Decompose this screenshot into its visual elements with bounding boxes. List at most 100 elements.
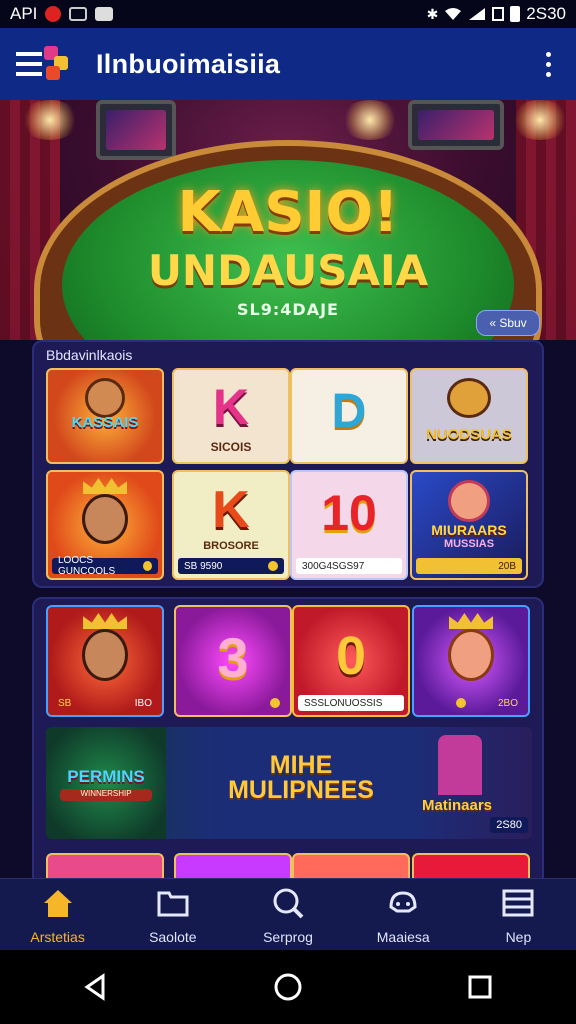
wide-tile-badge: 2S80 — [490, 817, 528, 833]
hero-banner[interactable]: KASIO! UNDAUSAIA SL9:4DAJE « Sbuv — [0, 100, 576, 340]
home-button-icon[interactable] — [268, 967, 308, 1007]
character-icon — [82, 494, 128, 544]
character-icon — [438, 735, 482, 795]
more-options-icon[interactable] — [536, 44, 560, 84]
nav-item-search[interactable]: Serprog — [230, 879, 345, 950]
message-icon — [95, 7, 114, 21]
game-bar-text: 300G4SGS97 — [302, 560, 365, 572]
game-info-bar: 20B — [416, 558, 522, 574]
game-info-bar: LOOCS GUNCOOLS — [52, 555, 158, 577]
app-title: Ilnbuoimaisiia — [96, 48, 281, 79]
game-title: D — [331, 385, 367, 438]
stage-light — [20, 100, 80, 140]
character-icon — [447, 378, 491, 418]
wide-tile-right-title: Matinaars — [421, 797, 492, 814]
game-info-bar — [180, 695, 286, 711]
game-title: MIURAARS — [431, 522, 507, 538]
game-subtitle: SICOIS — [210, 440, 252, 454]
game-bar-text: LOOCS GUNCOOLS — [58, 555, 116, 577]
show-more-button[interactable]: « Sbuv — [476, 310, 540, 336]
game-section-featured: Bbdavinlkaois KASSAIS K SICOIS D NUODSUA… — [32, 340, 544, 588]
wide-tile-title: MIHE MULIPNEES — [216, 753, 386, 803]
wide-tile-left-subtitle: WINNERSHIP — [60, 789, 152, 801]
character-icon — [448, 629, 494, 681]
featured-wide-tile[interactable]: PERMINS WINNERSHIP MIHE MULIPNEES Matina… — [46, 727, 532, 839]
game-title: 0 — [335, 626, 367, 686]
stage-light — [510, 100, 570, 140]
game-tile[interactable]: D — [290, 368, 408, 464]
game-tile[interactable]: MIURAARS MUSSIAS 20B — [410, 470, 528, 580]
coin-icon — [143, 561, 152, 571]
hero-title: KASIO! — [177, 180, 399, 245]
slot-machine-screen — [408, 100, 504, 150]
character-icon — [448, 480, 490, 522]
coin-icon — [268, 561, 278, 571]
character-icon — [82, 629, 128, 681]
crown-icon — [83, 478, 127, 494]
coin-icon — [455, 698, 466, 708]
game-info-bar: 300G4SGS97 — [296, 558, 402, 574]
controller-icon — [389, 890, 417, 912]
status-label: API — [10, 4, 38, 23]
nav-item-saolote[interactable]: Saolote — [115, 879, 230, 950]
game-info-bar: 2BO — [418, 695, 524, 711]
game-section-more: SB IBO 3 0 SSSLONUOSSIS 2BO PERMINS WINNE… — [32, 597, 544, 887]
nav-item-menu[interactable]: Nep — [461, 879, 576, 950]
game-title: K — [212, 481, 250, 539]
game-tile[interactable]: NUODSUAS — [410, 368, 528, 464]
game-title: 10 — [321, 485, 377, 541]
nav-item-home[interactable]: Arstetias — [0, 879, 115, 950]
battery-icon — [510, 6, 521, 22]
slot-machine-screen — [96, 100, 176, 160]
game-tile[interactable]: LOOCS GUNCOOLS — [46, 470, 164, 580]
status-bar: API ✱ 2S30 — [0, 0, 576, 28]
game-title: 3 — [217, 626, 249, 689]
coin-icon — [270, 698, 280, 708]
section-title: Bbdavinlkaois — [46, 347, 133, 363]
folder-icon — [157, 891, 189, 916]
image-icon — [69, 7, 88, 21]
game-bar-left: SB — [58, 697, 72, 709]
game-tile[interactable]: 10 300G4SGS97 — [290, 470, 408, 580]
hero-subtitle: UNDAUSAIA — [147, 246, 429, 295]
game-info-bar: SB 9590 — [178, 558, 284, 574]
bottom-navigation: Arstetias Saolote Serprog Maaiesa Nep — [0, 878, 576, 950]
character-icon — [85, 378, 125, 418]
game-title: NUODSUAS — [426, 426, 512, 443]
game-tile[interactable]: 3 — [174, 605, 292, 717]
game-bar-right: IBO — [134, 697, 152, 709]
back-icon[interactable] — [76, 967, 116, 1007]
game-tile[interactable]: KASSAIS — [46, 368, 164, 464]
game-tile[interactable]: 0 SSSLONUOSSIS — [292, 605, 410, 717]
wide-tile-left-title: PERMINS — [67, 767, 145, 786]
search-icon — [273, 888, 304, 918]
clock: 2S30 — [526, 4, 566, 23]
game-title: K — [212, 379, 250, 435]
game-tile[interactable]: SB IBO — [46, 605, 164, 717]
nav-item-maaiesa[interactable]: Maaiesa — [346, 879, 461, 950]
game-tile[interactable]: 2BO — [412, 605, 530, 717]
app-bar: Ilnbuoimaisiia — [0, 28, 576, 100]
game-tile[interactable]: K BROSORE SB 9590 — [172, 470, 290, 580]
game-info-bar: SSSLONUOSSIS — [298, 695, 404, 711]
bluetooth-icon: ✱ — [426, 5, 439, 22]
crown-icon — [449, 613, 493, 629]
nav-label: Arstetias — [30, 928, 85, 945]
nav-label: Nep — [505, 928, 532, 945]
wide-tile-title-line1: MIHE — [269, 751, 333, 779]
sim-icon — [492, 7, 505, 21]
game-bar-text: 20B — [498, 560, 516, 572]
game-subtitle: BROSORE — [203, 540, 259, 552]
game-tile[interactable]: K SICOIS — [172, 368, 290, 464]
game-bar-right: 2BO — [497, 697, 518, 709]
nav-label: Maaiesa — [376, 928, 430, 945]
game-bar-text: SB 9590 — [184, 560, 223, 572]
wifi-icon — [445, 8, 462, 20]
stage-light — [340, 100, 400, 140]
nav-label: Serprog — [263, 928, 313, 945]
recents-icon[interactable] — [460, 967, 500, 1007]
game-info-bar: SB IBO — [52, 695, 158, 711]
nav-label: Saolote — [149, 928, 197, 945]
menu-logo-icon[interactable] — [16, 42, 72, 86]
game-subtitle: MUSSIAS — [443, 538, 495, 550]
